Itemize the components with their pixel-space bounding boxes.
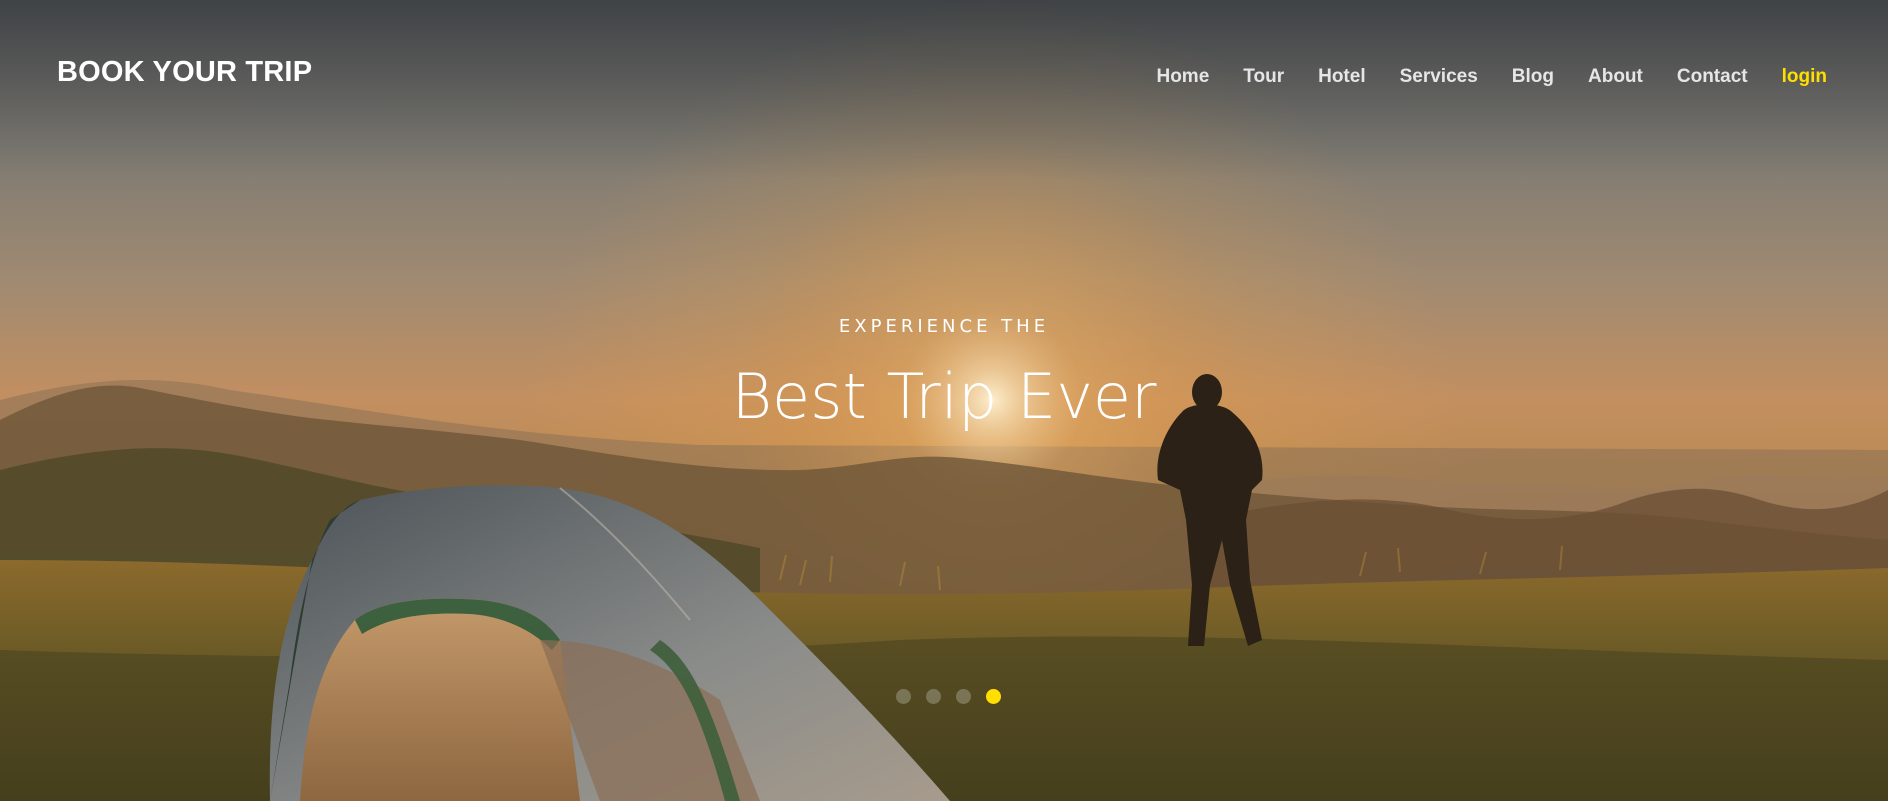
carousel-indicators (896, 689, 1001, 704)
nav-about[interactable]: About (1588, 66, 1643, 88)
nav-home[interactable]: Home (1156, 66, 1209, 88)
nav-blog[interactable]: Blog (1512, 66, 1554, 88)
nav-hotel[interactable]: Hotel (1318, 66, 1366, 88)
carousel-dot-1[interactable] (896, 689, 911, 704)
hero-section: BOOK YOUR TRIP Home Tour Hotel Services … (0, 0, 1888, 801)
nav-contact[interactable]: Contact (1677, 66, 1748, 88)
site-header: BOOK YOUR TRIP Home Tour Hotel Services … (0, 0, 1888, 150)
main-navigation: Home Tour Hotel Services Blog About Cont… (1122, 66, 1827, 88)
nav-login[interactable]: login (1782, 66, 1827, 88)
carousel-dot-3[interactable] (956, 689, 971, 704)
brand-logo[interactable]: BOOK YOUR TRIP (57, 56, 312, 89)
carousel-dot-2[interactable] (926, 689, 941, 704)
carousel-dot-4[interactable] (986, 689, 1001, 704)
nav-tour[interactable]: Tour (1243, 66, 1284, 88)
nav-services[interactable]: Services (1400, 66, 1478, 88)
